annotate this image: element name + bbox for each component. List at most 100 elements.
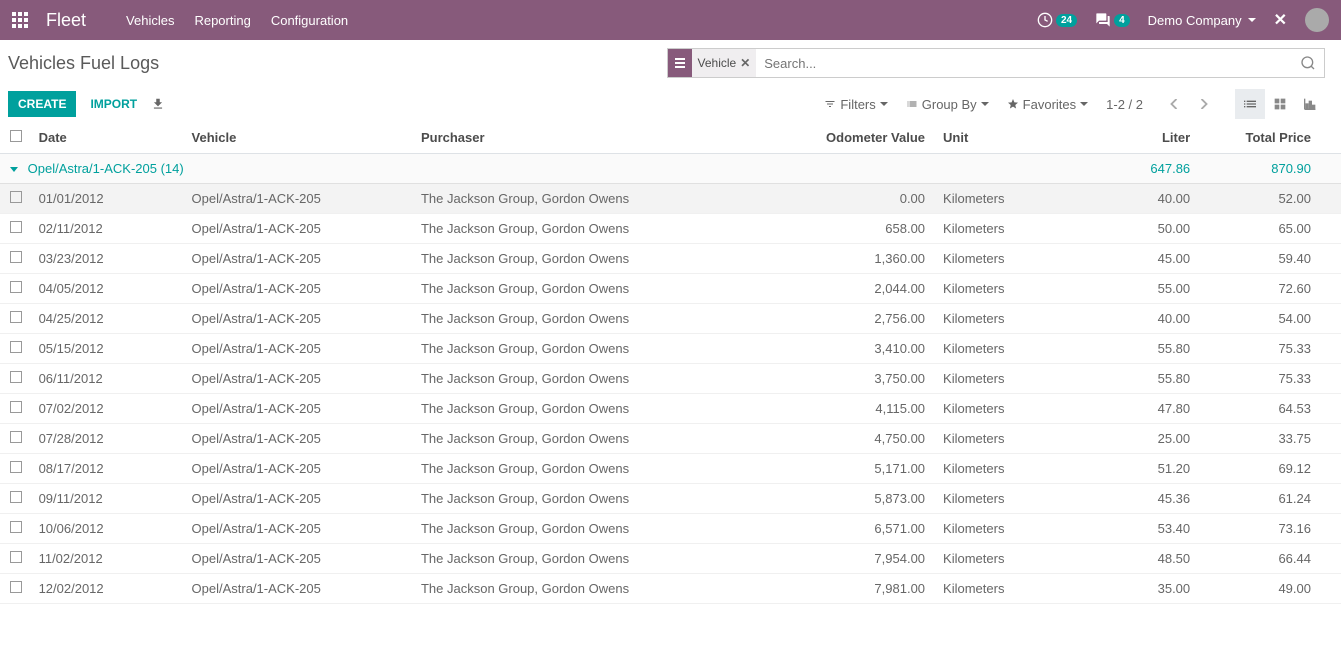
cell-liter: 50.00 bbox=[1035, 214, 1198, 244]
cell-unit: Kilometers bbox=[933, 424, 1035, 454]
col-date[interactable]: Date bbox=[31, 122, 184, 154]
table-row[interactable]: 02/11/2012Opel/Astra/1-ACK-205The Jackso… bbox=[0, 214, 1341, 244]
cell-date: 08/17/2012 bbox=[31, 454, 184, 484]
row-checkbox[interactable] bbox=[10, 191, 22, 203]
row-checkbox[interactable] bbox=[10, 461, 22, 473]
cell-odometer: 2,044.00 bbox=[749, 274, 933, 304]
table-row[interactable]: 10/06/2012Opel/Astra/1-ACK-205The Jackso… bbox=[0, 514, 1341, 544]
cell-odometer: 5,171.00 bbox=[749, 454, 933, 484]
control-panel: Vehicles Fuel Logs Vehicle ✕ CREATE IMPO… bbox=[0, 40, 1341, 122]
cell-date: 07/02/2012 bbox=[31, 394, 184, 424]
view-list-button[interactable] bbox=[1235, 89, 1265, 119]
search-input[interactable] bbox=[756, 56, 1292, 71]
cell-unit: Kilometers bbox=[933, 244, 1035, 274]
debug-close-icon[interactable]: ✕ bbox=[1274, 10, 1287, 30]
nav-vehicles[interactable]: Vehicles bbox=[126, 13, 174, 28]
table-row[interactable]: 04/05/2012Opel/Astra/1-ACK-205The Jackso… bbox=[0, 274, 1341, 304]
row-checkbox[interactable] bbox=[10, 341, 22, 353]
select-all-checkbox[interactable] bbox=[10, 130, 22, 142]
col-unit[interactable]: Unit bbox=[933, 122, 1035, 154]
table-row[interactable]: 04/25/2012Opel/Astra/1-ACK-205The Jackso… bbox=[0, 304, 1341, 334]
row-checkbox[interactable] bbox=[10, 491, 22, 503]
cell-odometer: 5,873.00 bbox=[749, 484, 933, 514]
nav-configuration[interactable]: Configuration bbox=[271, 13, 348, 28]
chat-icon bbox=[1095, 12, 1111, 28]
apps-icon[interactable] bbox=[12, 12, 28, 28]
download-icon[interactable] bbox=[151, 97, 165, 111]
pager-prev[interactable] bbox=[1161, 91, 1187, 117]
cell-vehicle: Opel/Astra/1-ACK-205 bbox=[184, 424, 413, 454]
cell-total: 69.12 bbox=[1198, 454, 1341, 484]
cell-liter: 40.00 bbox=[1035, 304, 1198, 334]
cell-vehicle: Opel/Astra/1-ACK-205 bbox=[184, 574, 413, 604]
cell-liter: 45.00 bbox=[1035, 244, 1198, 274]
col-vehicle[interactable]: Vehicle bbox=[184, 122, 413, 154]
table-row[interactable]: 08/17/2012Opel/Astra/1-ACK-205The Jackso… bbox=[0, 454, 1341, 484]
search-facet[interactable]: Vehicle ✕ bbox=[692, 49, 757, 77]
caret-down-icon bbox=[1248, 16, 1256, 24]
row-checkbox[interactable] bbox=[10, 401, 22, 413]
col-total[interactable]: Total Price bbox=[1198, 122, 1341, 154]
app-brand[interactable]: Fleet bbox=[46, 10, 86, 31]
favorites-button[interactable]: Favorites bbox=[1007, 97, 1088, 112]
filters-button[interactable]: Filters bbox=[824, 97, 887, 112]
row-checkbox[interactable] bbox=[10, 371, 22, 383]
chevron-right-icon bbox=[1199, 99, 1209, 109]
search-facet-icon bbox=[668, 49, 692, 77]
nav-reporting[interactable]: Reporting bbox=[194, 13, 250, 28]
groupby-button[interactable]: Group By bbox=[906, 97, 989, 112]
cell-date: 10/06/2012 bbox=[31, 514, 184, 544]
row-checkbox[interactable] bbox=[10, 311, 22, 323]
activity-indicator[interactable]: 24 bbox=[1037, 12, 1077, 28]
group-header-row[interactable]: Opel/Astra/1-ACK-205 (14) 647.86 870.90 bbox=[0, 154, 1341, 184]
import-button[interactable]: IMPORT bbox=[90, 97, 137, 111]
row-checkbox[interactable] bbox=[10, 251, 22, 263]
table-row[interactable]: 05/15/2012Opel/Astra/1-ACK-205The Jackso… bbox=[0, 334, 1341, 364]
facet-remove-icon[interactable]: ✕ bbox=[740, 56, 750, 70]
row-checkbox[interactable] bbox=[10, 431, 22, 443]
cell-date: 07/28/2012 bbox=[31, 424, 184, 454]
search-icon[interactable] bbox=[1292, 55, 1324, 71]
caret-down-icon bbox=[10, 167, 18, 172]
caret-down-icon bbox=[1080, 100, 1088, 108]
pager-count[interactable]: 1-2 / 2 bbox=[1106, 97, 1143, 112]
row-checkbox[interactable] bbox=[10, 521, 22, 533]
cell-purchaser: The Jackson Group, Gordon Owens bbox=[413, 274, 750, 304]
caret-down-icon bbox=[981, 100, 989, 108]
cell-odometer: 7,981.00 bbox=[749, 574, 933, 604]
table-row[interactable]: 12/02/2012Opel/Astra/1-ACK-205The Jackso… bbox=[0, 574, 1341, 604]
col-liter[interactable]: Liter bbox=[1035, 122, 1198, 154]
search-bar[interactable]: Vehicle ✕ bbox=[667, 48, 1326, 78]
table-row[interactable]: 01/01/2012Opel/Astra/1-ACK-205The Jackso… bbox=[0, 184, 1341, 214]
cell-date: 09/11/2012 bbox=[31, 484, 184, 514]
table-row[interactable]: 06/11/2012Opel/Astra/1-ACK-205The Jackso… bbox=[0, 364, 1341, 394]
create-button[interactable]: CREATE bbox=[8, 91, 76, 117]
table-row[interactable]: 11/02/2012Opel/Astra/1-ACK-205The Jackso… bbox=[0, 544, 1341, 574]
user-avatar[interactable] bbox=[1305, 8, 1329, 32]
cell-total: 33.75 bbox=[1198, 424, 1341, 454]
table-row[interactable]: 03/23/2012Opel/Astra/1-ACK-205The Jackso… bbox=[0, 244, 1341, 274]
chat-indicator[interactable]: 4 bbox=[1095, 12, 1130, 28]
table-row[interactable]: 07/02/2012Opel/Astra/1-ACK-205The Jackso… bbox=[0, 394, 1341, 424]
cell-purchaser: The Jackson Group, Gordon Owens bbox=[413, 334, 750, 364]
chevron-left-icon bbox=[1169, 99, 1179, 109]
table-row[interactable]: 09/11/2012Opel/Astra/1-ACK-205The Jackso… bbox=[0, 484, 1341, 514]
view-graph-button[interactable] bbox=[1295, 89, 1325, 119]
caret-down-icon bbox=[880, 100, 888, 108]
row-checkbox[interactable] bbox=[10, 281, 22, 293]
cell-vehicle: Opel/Astra/1-ACK-205 bbox=[184, 274, 413, 304]
view-kanban-button[interactable] bbox=[1265, 89, 1295, 119]
cell-date: 11/02/2012 bbox=[31, 544, 184, 574]
cell-odometer: 658.00 bbox=[749, 214, 933, 244]
table-row[interactable]: 07/28/2012Opel/Astra/1-ACK-205The Jackso… bbox=[0, 424, 1341, 454]
company-selector[interactable]: Demo Company bbox=[1148, 13, 1256, 28]
col-odometer[interactable]: Odometer Value bbox=[749, 122, 933, 154]
row-checkbox[interactable] bbox=[10, 581, 22, 593]
cell-purchaser: The Jackson Group, Gordon Owens bbox=[413, 304, 750, 334]
col-purchaser[interactable]: Purchaser bbox=[413, 122, 750, 154]
row-checkbox[interactable] bbox=[10, 221, 22, 233]
cell-total: 72.60 bbox=[1198, 274, 1341, 304]
main-nav: Vehicles Reporting Configuration bbox=[126, 13, 348, 28]
pager-next[interactable] bbox=[1191, 91, 1217, 117]
row-checkbox[interactable] bbox=[10, 551, 22, 563]
